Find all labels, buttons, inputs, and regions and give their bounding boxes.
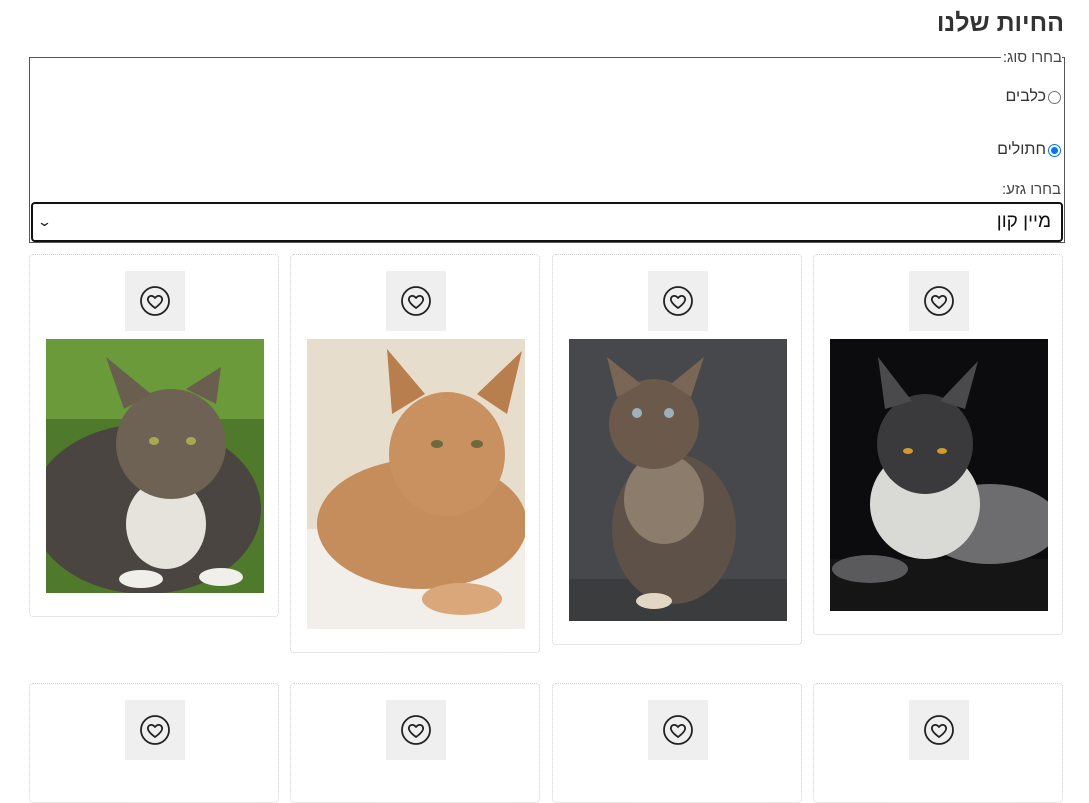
heart-icon <box>140 715 170 745</box>
pet-photo <box>569 339 787 621</box>
radio-cats[interactable]: חתולים <box>997 141 1061 159</box>
pet-photo <box>830 339 1048 611</box>
favorite-button[interactable] <box>125 700 185 760</box>
pet-card <box>29 254 279 617</box>
pet-card <box>552 254 802 645</box>
breed-select[interactable]: מיין קון ⌄ <box>31 202 1063 242</box>
pet-photo <box>307 339 525 629</box>
heart-icon <box>401 286 431 316</box>
pet-card <box>29 683 279 803</box>
heart-icon <box>663 715 693 745</box>
radio-cats-input[interactable] <box>1048 143 1061 157</box>
favorite-button[interactable] <box>648 700 708 760</box>
favorite-button[interactable] <box>909 271 969 331</box>
pet-card <box>290 254 540 653</box>
radio-cats-label: חתולים <box>997 141 1046 158</box>
radio-dogs[interactable]: כלבים <box>1005 88 1061 106</box>
breed-label: בחרו גזע: <box>1001 181 1061 198</box>
pet-card <box>290 683 540 803</box>
heart-icon <box>663 286 693 316</box>
radio-dogs-input[interactable] <box>1048 90 1061 104</box>
favorite-button[interactable] <box>386 700 446 760</box>
heart-icon <box>924 286 954 316</box>
heart-icon <box>924 715 954 745</box>
animal-filter: בחרו סוג: כלבים חתולים בחרו גזע: מיין קו… <box>29 49 1065 243</box>
pet-card <box>813 254 1063 635</box>
pet-photo <box>46 339 264 593</box>
favorite-button[interactable] <box>648 271 708 331</box>
favorite-button[interactable] <box>386 271 446 331</box>
breed-select-value: מיין קון <box>996 211 1051 232</box>
heart-icon <box>140 286 170 316</box>
pet-card <box>813 683 1063 803</box>
favorite-button[interactable] <box>909 700 969 760</box>
heart-icon <box>401 715 431 745</box>
radio-dogs-label: כלבים <box>1005 88 1047 105</box>
favorite-button[interactable] <box>125 271 185 331</box>
page-title: החיות שלנו <box>936 9 1064 37</box>
pet-card <box>552 683 802 803</box>
type-legend: בחרו סוג: <box>1000 49 1062 66</box>
chevron-down-icon: ⌄ <box>36 214 53 229</box>
